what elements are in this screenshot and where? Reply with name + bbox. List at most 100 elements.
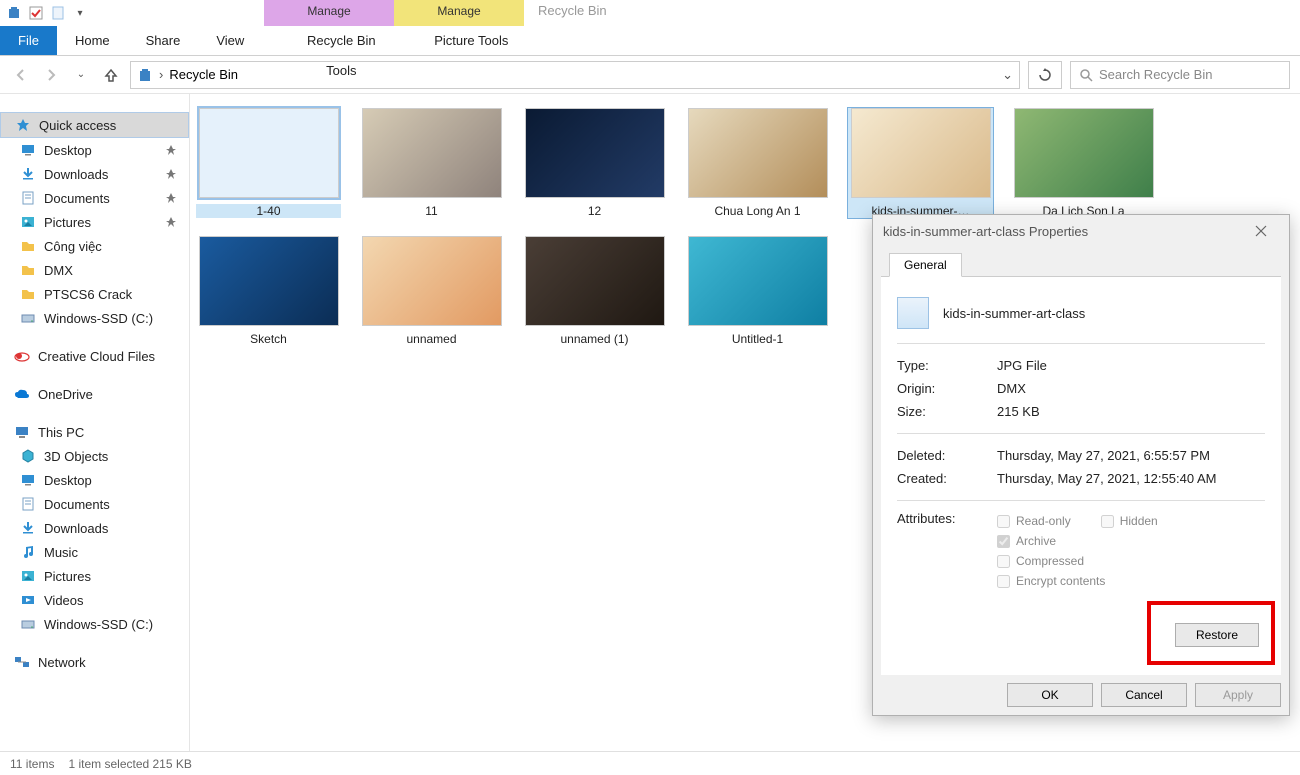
sidebar-item-pc-1[interactable]: Desktop: [0, 468, 189, 492]
blank-doc-icon[interactable]: [50, 5, 66, 21]
properties-check-icon[interactable]: [28, 5, 44, 21]
dialog-title-bar[interactable]: kids-in-summer-art-class Properties: [873, 215, 1289, 247]
drive-icon: [20, 310, 36, 326]
sidebar-item-pc-2[interactable]: Documents: [0, 492, 189, 516]
origin-value: DMX: [997, 381, 1265, 396]
thumbnail: [362, 108, 502, 198]
breadcrumb-chevron-icon[interactable]: ›: [159, 67, 163, 82]
back-button[interactable]: [10, 64, 32, 86]
file-item-1[interactable]: 11: [359, 108, 504, 218]
sidebar-item-qa-7[interactable]: Windows-SSD (C:): [0, 306, 189, 330]
file-name: kids-in-summer-art-class: [943, 306, 1085, 321]
pin-icon: [165, 192, 179, 204]
quick-access-header[interactable]: Quick access: [0, 112, 189, 138]
thumbnail: [688, 236, 828, 326]
attr-hidden[interactable]: Hidden: [1101, 514, 1158, 528]
sidebar-item-qa-1[interactable]: Downloads: [0, 162, 189, 186]
tab-home[interactable]: Home: [57, 26, 128, 55]
forward-button[interactable]: [40, 64, 62, 86]
tab-share[interactable]: Share: [128, 26, 199, 55]
created-label: Created:: [897, 471, 997, 486]
breadcrumb-location[interactable]: Recycle Bin: [169, 67, 238, 82]
downloads-icon: [20, 520, 36, 536]
3d-icon: [20, 448, 36, 464]
sidebar-item-label: PTSCS6 Crack: [44, 287, 132, 302]
pin-icon: [165, 144, 179, 156]
sidebar-item-label: Công việc: [44, 239, 102, 254]
restore-button[interactable]: Restore: [1175, 623, 1259, 647]
file-item-7[interactable]: unnamed: [359, 236, 504, 346]
creative-cloud-header[interactable]: Creative Cloud Files: [0, 344, 189, 368]
attr-readonly[interactable]: Read-only: [997, 514, 1071, 528]
sidebar-item-qa-0[interactable]: Desktop: [0, 138, 189, 162]
sidebar-item-qa-3[interactable]: Pictures: [0, 210, 189, 234]
sidebar-item-qa-6[interactable]: PTSCS6 Crack: [0, 282, 189, 306]
file-item-4[interactable]: kids-in-summer-…: [848, 108, 993, 218]
sidebar-item-qa-5[interactable]: DMX: [0, 258, 189, 282]
star-icon: [15, 117, 31, 133]
thumbnail: [1014, 108, 1154, 198]
close-button[interactable]: [1243, 217, 1279, 245]
sidebar-item-qa-2[interactable]: Documents: [0, 186, 189, 210]
apply-button[interactable]: Apply: [1195, 683, 1281, 707]
sidebar-item-qa-4[interactable]: Công việc: [0, 234, 189, 258]
attr-archive[interactable]: Archive: [997, 534, 1265, 548]
sidebar-item-label: Documents: [44, 191, 110, 206]
sidebar-item-label: Videos: [44, 593, 84, 608]
restore-highlight: Restore: [1147, 601, 1275, 665]
navigation-pane: Quick access DesktopDownloadsDocumentsPi…: [0, 94, 190, 751]
network-label: Network: [38, 655, 86, 670]
file-item-2[interactable]: 12: [522, 108, 667, 218]
tab-view[interactable]: View: [198, 26, 262, 55]
file-item-8[interactable]: unnamed (1): [522, 236, 667, 346]
file-item-9[interactable]: Untitled-1: [685, 236, 830, 346]
sidebar-item-label: Windows-SSD (C:): [44, 311, 153, 326]
recycle-bin-icon: [6, 5, 22, 21]
thumbnail: [525, 108, 665, 198]
size-label: Size:: [897, 404, 997, 419]
thumbnail: [199, 108, 339, 198]
tab-recyclebin-tools[interactable]: Recycle Bin Tools: [276, 26, 406, 55]
address-dropdown-icon[interactable]: ⌄: [1002, 67, 1013, 83]
close-icon: [1255, 225, 1267, 237]
attr-encrypt[interactable]: Encrypt contents: [997, 574, 1265, 588]
network-header[interactable]: Network: [0, 650, 189, 674]
sidebar-item-pc-5[interactable]: Pictures: [0, 564, 189, 588]
thumbnail: [362, 236, 502, 326]
search-icon: [1079, 68, 1093, 82]
cancel-button[interactable]: Cancel: [1101, 683, 1187, 707]
sidebar-item-pc-6[interactable]: Videos: [0, 588, 189, 612]
attr-compressed[interactable]: Compressed: [997, 554, 1265, 568]
sidebar-item-pc-4[interactable]: Music: [0, 540, 189, 564]
onedrive-label: OneDrive: [38, 387, 93, 402]
status-bar: 11 items 1 item selected 215 KB: [0, 751, 1300, 775]
network-icon: [14, 654, 30, 670]
file-type-icon: [897, 297, 929, 329]
pin-icon: [165, 216, 179, 228]
sidebar-item-pc-7[interactable]: Windows-SSD (C:): [0, 612, 189, 636]
tab-file[interactable]: File: [0, 26, 57, 55]
qat-dropdown-icon[interactable]: ▾: [72, 5, 88, 21]
downloads-icon: [20, 166, 36, 182]
search-box[interactable]: Search Recycle Bin: [1070, 61, 1290, 89]
sidebar-item-pc-3[interactable]: Downloads: [0, 516, 189, 540]
tab-picture-tools[interactable]: Picture Tools: [406, 26, 536, 55]
file-item-0[interactable]: 1-40: [196, 108, 341, 218]
up-button[interactable]: [100, 64, 122, 86]
file-item-3[interactable]: Chua Long An 1: [685, 108, 830, 218]
recent-dropdown[interactable]: ⌄: [70, 64, 92, 86]
sidebar-item-pc-0[interactable]: 3D Objects: [0, 444, 189, 468]
creative-cloud-label: Creative Cloud Files: [38, 349, 155, 364]
onedrive-header[interactable]: OneDrive: [0, 382, 189, 406]
tab-general[interactable]: General: [889, 253, 962, 277]
pictures-icon: [20, 214, 36, 230]
file-item-6[interactable]: Sketch: [196, 236, 341, 346]
this-pc-header[interactable]: This PC: [0, 420, 189, 444]
file-item-5[interactable]: Da Lich Son La: [1011, 108, 1156, 218]
ok-button[interactable]: OK: [1007, 683, 1093, 707]
refresh-button[interactable]: [1028, 61, 1062, 89]
address-bar[interactable]: › Recycle Bin ⌄: [130, 61, 1020, 89]
sidebar-item-label: Downloads: [44, 167, 108, 182]
pin-icon: [165, 168, 179, 180]
onedrive-icon: [14, 386, 30, 402]
